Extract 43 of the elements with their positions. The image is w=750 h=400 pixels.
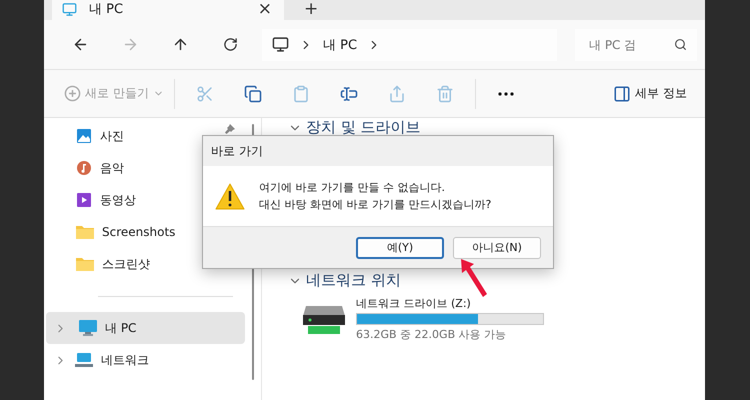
video-icon — [76, 192, 92, 208]
drive-icon — [302, 304, 346, 334]
warning-icon — [215, 182, 245, 210]
no-button[interactable]: 아니요(N) — [453, 236, 541, 258]
network-icon — [75, 352, 93, 368]
trash-icon — [436, 84, 454, 102]
close-button[interactable]: × — [254, 0, 276, 18]
drive-item[interactable]: 네트워크 드라이브 (Z:) 63.2GB 중 22.0GB 사용 가능 — [302, 296, 705, 342]
yes-button[interactable]: 예(Y) — [356, 236, 444, 258]
monitor-icon — [272, 36, 289, 53]
sidebar-item[interactable]: 내 PC — [46, 312, 245, 344]
sidebar-item[interactable]: 동영상 — [46, 184, 245, 216]
copy-icon — [244, 84, 262, 102]
search-field[interactable]: 내 PC 검 — [575, 28, 697, 60]
section-header[interactable]: 장치 및 드라이브 — [288, 118, 705, 137]
sidebar-item[interactable]: 스크린샷 — [46, 248, 245, 280]
section-header[interactable]: 네트워크 위치 — [288, 271, 705, 290]
more-icon — [498, 92, 514, 96]
text-cursor-icon — [340, 84, 358, 102]
share-icon — [388, 84, 406, 102]
new-tab-button[interactable]: + — [300, 1, 322, 18]
clipboard-icon — [292, 84, 310, 102]
dialog-message: 대신 바탕 화면에 바로 가기를 만드시겠습니까? — [259, 197, 492, 212]
tab[interactable]: 내 PC × — [52, 0, 284, 20]
details-button[interactable]: 세부 정보 — [609, 78, 691, 110]
refresh-icon — [222, 37, 238, 52]
plus-circle-icon — [64, 85, 81, 102]
sidebar-item[interactable]: Screenshots — [46, 216, 245, 248]
picture-icon — [76, 128, 92, 144]
panel-icon — [613, 84, 632, 102]
folder-icon — [76, 225, 94, 239]
monitor-icon — [79, 320, 97, 336]
address-bar[interactable]: 내 PC — [262, 28, 557, 60]
breadcrumb-item[interactable]: 내 PC — [323, 36, 358, 54]
tab-title: 내 PC — [89, 1, 124, 18]
search-icon — [674, 38, 687, 50]
music-icon — [76, 160, 92, 176]
sidebar-item[interactable]: 네트워크 — [46, 344, 245, 376]
dialog-title: 바로 가기 — [210, 142, 264, 160]
folder-icon — [76, 257, 94, 271]
dialog-message: 여기에 바로 가기를 만들 수 없습니다. — [259, 180, 446, 195]
monitor-icon — [62, 2, 77, 16]
scissors-icon — [196, 84, 214, 102]
